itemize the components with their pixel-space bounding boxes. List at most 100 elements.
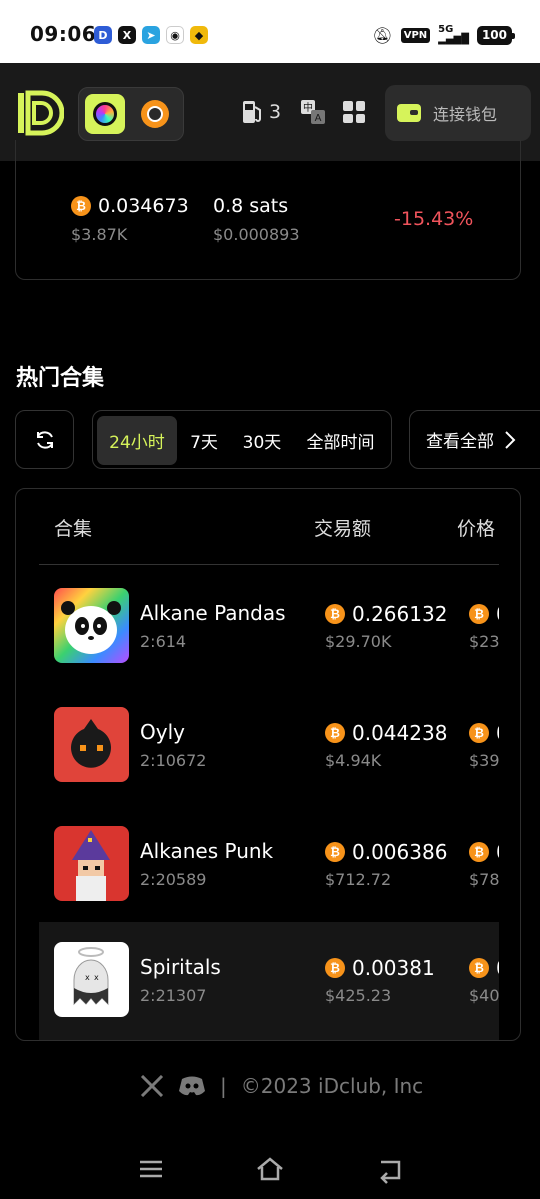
volume-value: ₿ 0.266132 [325, 602, 447, 626]
volume-value: ₿ 0.044238 [325, 721, 447, 745]
discord-icon[interactable] [178, 1075, 206, 1097]
back-icon[interactable] [375, 1154, 405, 1184]
stat-btc: ₿ 0.034673 $3.87K [71, 195, 189, 244]
app-notification-icon: D [94, 26, 112, 44]
vpn-badge: VPN [400, 27, 431, 43]
battery-indicator: 100 [476, 25, 516, 45]
stat-sats-value: 0.8 sats [213, 195, 289, 217]
volume-usd: $29.70K [325, 632, 392, 651]
collection-thumbnail [54, 588, 129, 663]
header-divider [39, 564, 499, 565]
signal-icon: 5G ▂▄▆█ [438, 24, 469, 45]
table-row[interactable]: Alkanes Punk 2:20589 ₿ 0.006386 $712.72 ₿… [39, 806, 499, 924]
alkanes-chain-icon[interactable] [85, 94, 125, 134]
price-usd: $39 [469, 751, 499, 770]
chain-switcher[interactable] [78, 87, 184, 141]
system-navigation-bar [0, 1140, 540, 1199]
stat-sats-usd: $0.000893 [213, 225, 300, 244]
home-icon[interactable] [255, 1154, 285, 1184]
header-price[interactable]: 价格 [457, 514, 495, 541]
gas-pump-icon [243, 101, 261, 123]
wallet-icon [397, 104, 421, 122]
tab-24h[interactable]: 24小时 [97, 416, 177, 465]
collection-name: Spiritals [140, 955, 221, 979]
volume-usd: $4.94K [325, 751, 382, 770]
volume-usd: $425.23 [325, 986, 392, 1005]
svg-text:x: x [94, 973, 99, 982]
stat-change-value: -15.43% [394, 208, 474, 230]
footer-divider: | [220, 1074, 227, 1098]
x-notification-icon: X [118, 26, 136, 44]
footer-copyright: ©2023 iDclub, Inc [240, 1074, 424, 1098]
table-row[interactable]: x x Spiritals 2:21307 ₿ 0.00381 $425.23 ₿… [39, 922, 499, 1040]
svg-text:A: A [315, 113, 322, 124]
translate-icon[interactable]: 中 A [300, 99, 326, 125]
collection-id: 2:614 [140, 632, 187, 651]
collection-thumbnail [54, 707, 129, 782]
volume-value: ₿ 0.006386 [325, 840, 447, 864]
qq-notification-icon: ◉ [166, 26, 184, 44]
collections-table: 合集 交易额 价格 Alkane Pandas 2:614 ₿ 0.266132 … [15, 488, 521, 1041]
gas-count: 3 [269, 101, 282, 123]
btc-icon: ₿ [469, 842, 489, 862]
collection-name: Alkanes Punk [140, 839, 274, 863]
price-value: ₿0 [469, 840, 499, 864]
collection-thumbnail [54, 826, 129, 901]
apps-grid-icon[interactable] [343, 101, 365, 123]
section-title: 热门合集 [16, 366, 105, 391]
btc-icon: ₿ [469, 723, 489, 743]
refresh-button[interactable] [15, 410, 74, 469]
view-all-label: 查看全部 [426, 432, 494, 452]
stat-change: -15.43% [394, 208, 473, 230]
collection-thumbnail: x x [54, 942, 129, 1017]
binance-notification-icon: ◆ [190, 26, 208, 44]
price-value: ₿0 [469, 956, 499, 980]
collection-id: 2:20589 [140, 870, 207, 889]
gas-indicator[interactable]: 3 [241, 99, 281, 125]
btc-icon: ₿ [325, 842, 345, 862]
stat-sats: 0.8 sats $0.000893 [213, 195, 300, 244]
collection-name: Alkane Pandas [140, 601, 286, 625]
table-row[interactable]: Alkane Pandas 2:614 ₿0.266132 $29.70K ₿0… [39, 568, 499, 686]
chevron-right-icon [505, 430, 516, 449]
view-all-button[interactable]: 查看全部 [409, 410, 540, 469]
menu-icon[interactable] [136, 1154, 166, 1184]
status-time: 09:06 [30, 22, 97, 46]
time-range-tabs: 24小时 7天 30天 全部时间 [92, 410, 392, 469]
volume-value: ₿ 0.00381 [325, 956, 435, 980]
status-indicators: 🔕︎ VPN 5G ▂▄▆█ 100 [372, 24, 516, 45]
collection-id: 2:21307 [140, 986, 207, 1005]
price-value: ₿0 [469, 602, 499, 626]
volume-usd: $712.72 [325, 870, 392, 889]
tab-7d[interactable]: 7天 [177, 416, 231, 465]
tab-30d[interactable]: 30天 [231, 416, 293, 465]
x-social-icon[interactable] [140, 1075, 164, 1097]
connect-wallet-label: 连接钱包 [433, 105, 498, 124]
idclub-logo[interactable] [16, 89, 64, 137]
status-app-icons: D X ➤ ◉ ◆ [94, 26, 208, 44]
btc-icon: ₿ [325, 604, 345, 624]
header-collection: 合集 [54, 518, 93, 540]
price-value: ₿0 [469, 721, 499, 745]
mute-icon: 🔕︎ [372, 25, 393, 45]
btc-icon: ₿ [325, 723, 345, 743]
refresh-icon [36, 430, 53, 449]
btc-icon: ₿ [469, 958, 489, 978]
status-bar: 09:06 D X ➤ ◉ ◆ 🔕︎ VPN 5G ▂▄▆█ 100 [0, 0, 540, 63]
table-row[interactable]: Oyly 2:10672 ₿0.044238 $4.94K ₿0 $39 [39, 687, 499, 805]
btc-icon: ₿ [469, 604, 489, 624]
collection-name: Oyly [140, 720, 185, 744]
price-usd: $40 [469, 986, 499, 1005]
market-stats-card: ₿ 0.034673 $3.87K 0.8 sats $0.000893 -15.… [15, 140, 521, 280]
collection-id: 2:10672 [140, 751, 207, 770]
tab-all-time[interactable]: 全部时间 [293, 416, 388, 465]
price-usd: $23 [469, 632, 499, 651]
telegram-notification-icon: ➤ [142, 26, 160, 44]
connect-wallet-button[interactable]: 连接钱包 [385, 85, 531, 141]
header-volume[interactable]: 交易额 [314, 514, 371, 541]
stat-btc-value: 0.034673 [98, 195, 189, 217]
bitcoin-chain-icon[interactable] [141, 100, 169, 128]
price-usd: $78 [469, 870, 499, 889]
svg-text:x: x [85, 973, 90, 982]
btc-icon: ₿ [71, 196, 91, 216]
